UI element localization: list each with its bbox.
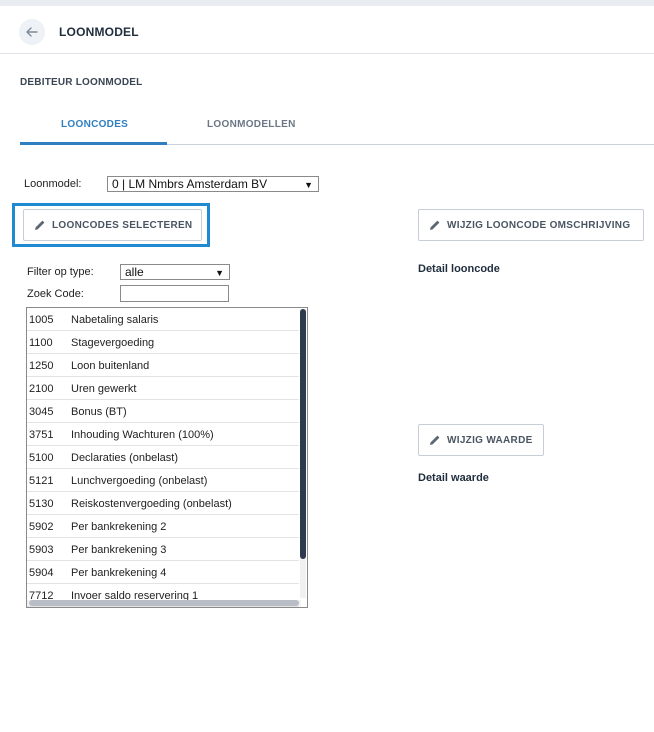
list-item[interactable]: 1005 Nabetaling salaris [27,308,299,331]
list-item-description: Lunchvergoeding (onbelast) [71,475,208,487]
list-item-code: 5903 [29,544,54,556]
list-item-description: Bonus (BT) [71,406,127,418]
list-item-code: 3045 [29,406,54,418]
dropdown-arrow-icon: ▼ [304,180,313,190]
looncodes-selecteren-button[interactable]: LOONCODES SELECTEREN [23,209,202,241]
list-item[interactable]: 5100 Declaraties (onbelast) [27,446,299,469]
pencil-icon [430,435,440,445]
list-item[interactable]: 5902 Per bankrekening 2 [27,515,299,538]
list-item[interactable]: 5121 Lunchvergoeding (onbelast) [27,469,299,492]
back-button[interactable] [19,19,45,45]
list-item-code: 5130 [29,498,54,510]
page-title: LOONMODEL [59,25,139,39]
list-item-code: 3751 [29,429,54,441]
active-tab-indicator [20,142,167,145]
vertical-scrollbar-thumb[interactable] [300,309,306,559]
list-item-description: Uren gewerkt [71,383,137,395]
wijzig-waarde-label: WIJZIG WAARDE [447,434,533,446]
list-item-description: Per bankrekening 4 [71,567,167,579]
list-item-description: Loon buitenland [71,360,150,372]
list-item-code: 5100 [29,452,54,464]
list-item-code: 5902 [29,521,54,533]
detail-looncode-label: Detail looncode [418,263,500,275]
list-item-description: Per bankrekening 3 [71,544,167,556]
vertical-scrollbar[interactable] [300,309,306,598]
list-item-code: 2100 [29,383,54,395]
list-item[interactable]: 5130 Reiskostenvergoeding (onbelast) [27,492,299,515]
page-header: LOONMODEL [0,6,654,54]
search-code-input[interactable] [120,285,229,302]
pencil-icon [430,220,440,230]
list-item-code: 1005 [29,314,54,326]
list-item[interactable]: 5904 Per bankrekening 4 [27,561,299,584]
looncodes-list[interactable]: 1005 Nabetaling salaris 1100 Stagevergoedin… [26,307,308,608]
wijzig-looncode-omschrijving-label: WIJZIG LOONCODE OMSCHRIJVING [447,219,631,231]
search-label: Zoek Code: [27,288,84,300]
arrow-left-icon [26,27,38,37]
horizontal-scrollbar-thumb[interactable] [29,600,299,606]
list-item-description: Declaraties (onbelast) [71,452,178,464]
list-item[interactable]: 1100 Stagevergoeding [27,331,299,354]
looncodes-selecteren-label: LOONCODES SELECTEREN [52,219,193,231]
list-item[interactable]: 3751 Inhouding Wachturen (100%) [27,423,299,446]
list-item-code: 5121 [29,475,54,487]
tab-looncodes[interactable]: LOONCODES [61,119,128,130]
list-item-code: 1100 [29,337,53,349]
loonmodel-select[interactable]: 0 | LM Nmbrs Amsterdam BV ▼ [107,176,319,192]
filter-selected-value: alle [125,265,144,279]
list-item-description: Nabetaling salaris [71,314,159,326]
list-item-description: Per bankrekening 2 [71,521,167,533]
list-item-code: 5904 [29,567,54,579]
loonmodel-selected-value: 0 | LM Nmbrs Amsterdam BV [112,177,268,191]
filter-type-select[interactable]: alle ▼ [120,264,230,280]
loonmodel-label: Loonmodel: [24,178,82,190]
list-item[interactable]: 1250 Loon buitenland [27,354,299,377]
filter-label: Filter op type: [27,266,94,278]
list-item-description: Inhouding Wachturen (100%) [71,429,214,441]
list-item-description: Reiskostenvergoeding (onbelast) [71,498,232,510]
wijzig-looncode-omschrijving-button[interactable]: WIJZIG LOONCODE OMSCHRIJVING [418,209,644,241]
tab-loonmodellen[interactable]: LOONMODELLEN [207,119,296,130]
dropdown-arrow-icon: ▼ [215,268,224,278]
tab-bar: LOONCODES LOONMODELLEN [20,108,654,145]
list-item-description: Stagevergoeding [71,337,155,349]
pencil-icon [35,220,45,230]
wijzig-waarde-button[interactable]: WIJZIG WAARDE [418,424,544,456]
list-item[interactable]: 2100 Uren gewerkt [27,377,299,400]
list-item-code: 1250 [29,360,54,372]
horizontal-scrollbar[interactable] [27,600,301,606]
detail-waarde-label: Detail waarde [418,472,489,484]
list-item[interactable]: 3045 Bonus (BT) [27,400,299,423]
section-title: DEBITEUR LOONMODEL [20,77,143,88]
list-item[interactable]: 5903 Per bankrekening 3 [27,538,299,561]
